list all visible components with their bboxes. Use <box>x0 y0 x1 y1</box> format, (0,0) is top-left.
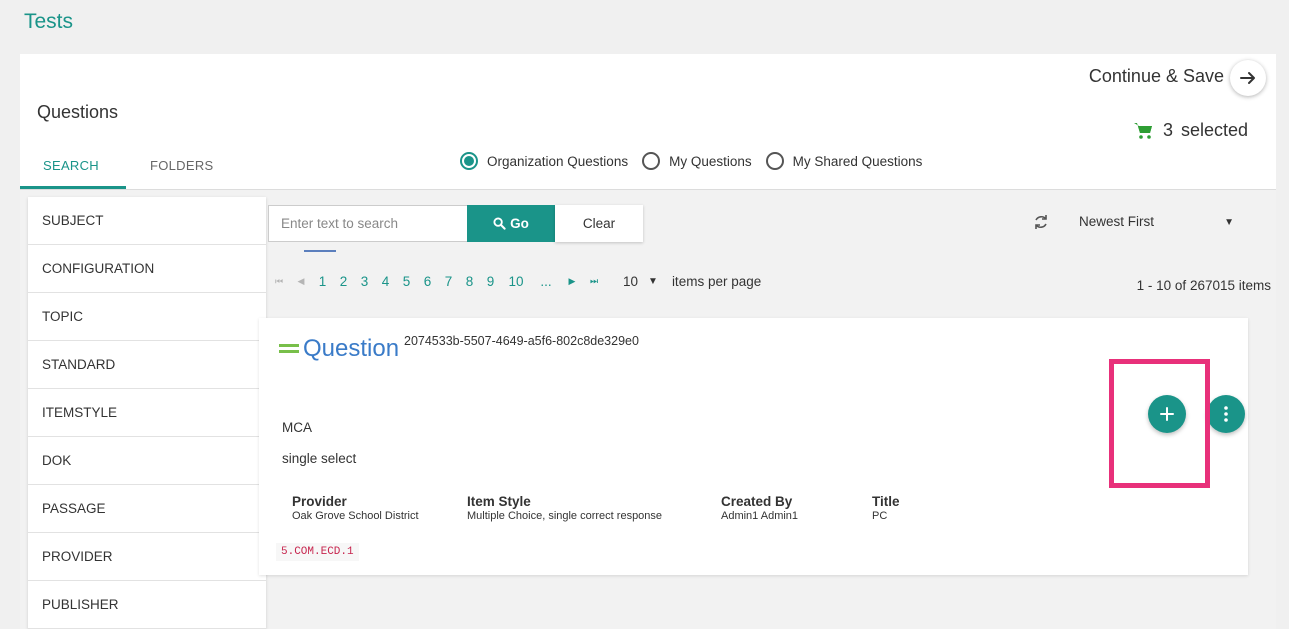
meta-value: Admin1 Admin1 <box>721 510 799 522</box>
prev-page-icon[interactable]: ◀ <box>290 276 312 287</box>
tab-folders[interactable]: FOLDERS <box>150 158 214 173</box>
go-button[interactable]: Go <box>467 205 555 242</box>
meta-value: Oak Grove School District <box>292 510 419 522</box>
equals-icon <box>279 344 299 356</box>
question-type: MCA <box>282 420 312 435</box>
active-tab-indicator <box>20 186 126 189</box>
sidebar-item-standard[interactable]: STANDARD <box>28 341 266 389</box>
page-8[interactable]: 8 <box>459 274 480 289</box>
page-title: Tests <box>24 10 74 33</box>
chevron-down-icon: ▼ <box>648 276 658 287</box>
pagination: ⏮ ◀ 1 2 3 4 5 6 7 8 9 10 ... ▶ ⏭ 10 ▼ it… <box>268 250 761 289</box>
continue-save-button[interactable] <box>1230 60 1266 96</box>
page-4[interactable]: 4 <box>375 274 396 289</box>
meta-provider: Provider Oak Grove School District <box>292 494 419 522</box>
first-page-icon[interactable]: ⏮ <box>268 276 290 287</box>
sidebar-item-topic[interactable]: TOPIC <box>28 293 266 341</box>
sidebar-item-configuration[interactable]: CONFIGURATION <box>28 245 266 293</box>
sidebar-item-provider[interactable]: PROVIDER <box>28 533 266 581</box>
sidebar-item-dok[interactable]: DOK <box>28 437 266 485</box>
question-title[interactable]: Question <box>303 335 399 363</box>
sidebar-item-itemstyle[interactable]: ITEMSTYLE <box>28 389 266 437</box>
more-vertical-icon <box>1224 406 1228 422</box>
standard-tag: 5.COM.ECD.1 <box>276 543 359 561</box>
page-3[interactable]: 3 <box>354 274 375 289</box>
radio-my-questions[interactable]: My Questions <box>642 152 752 170</box>
page-5[interactable]: 5 <box>396 274 417 289</box>
radio-organization-questions[interactable]: Organization Questions <box>460 152 628 170</box>
search-icon <box>493 217 506 230</box>
page-7[interactable]: 7 <box>438 274 459 289</box>
page-1[interactable]: 1 <box>304 250 336 289</box>
sort-dropdown[interactable]: Newest First ▼ <box>1079 214 1234 229</box>
question-subtype: single select <box>282 451 357 466</box>
arrow-right-icon <box>1240 72 1255 84</box>
highlight-box <box>1109 359 1210 488</box>
question-scope-radios: Organization Questions My Questions My S… <box>460 152 936 170</box>
meta-label: Item Style <box>467 494 531 509</box>
page-9[interactable]: 9 <box>480 274 501 289</box>
continue-save-label[interactable]: Continue & Save <box>1089 66 1224 87</box>
radio-label: My Shared Questions <box>792 153 923 169</box>
clear-button[interactable]: Clear <box>555 205 643 242</box>
pagination-summary: 1 - 10 of 267015 items <box>1136 278 1271 293</box>
per-page-value: 10 <box>623 274 639 289</box>
selected-indicator: 3 selected <box>1133 120 1248 141</box>
next-page-icon[interactable]: ▶ <box>561 276 583 287</box>
meta-label: Title <box>872 494 900 509</box>
radio-label: Organization Questions <box>487 153 629 169</box>
meta-value: Multiple Choice, single correct response <box>467 510 663 522</box>
selected-label: selected <box>1180 120 1248 140</box>
selected-count: 3 <box>1162 120 1173 140</box>
cart-icon <box>1133 122 1152 139</box>
per-page-selector[interactable]: 10 ▼ items per page <box>623 274 761 289</box>
question-card: Question 2074533b-5507-4649-a5f6-802c8de… <box>259 318 1248 575</box>
meta-label: Created By <box>721 494 793 509</box>
radio-my-shared-questions[interactable]: My Shared Questions <box>765 152 923 170</box>
per-page-label: items per page <box>671 274 762 289</box>
page-6[interactable]: 6 <box>417 274 438 289</box>
radio-selected-icon <box>460 152 478 170</box>
page-ellipsis[interactable]: ... <box>531 274 561 289</box>
filter-sidebar: SUBJECT CONFIGURATION TOPIC STANDARD ITE… <box>28 197 266 629</box>
sort-value: Newest First <box>1079 214 1155 229</box>
meta-title: Title PC <box>872 494 900 522</box>
question-id: 2074533b-5507-4649-a5f6-802c8de329e0 <box>404 334 639 348</box>
chevron-down-icon: ▼ <box>1224 217 1234 228</box>
meta-item-style: Item Style Multiple Choice, single corre… <box>467 494 662 522</box>
page-10[interactable]: 10 <box>501 274 531 289</box>
refresh-icon[interactable] <box>1032 213 1050 231</box>
page-2[interactable]: 2 <box>333 274 354 289</box>
go-label: Go <box>510 216 529 231</box>
sidebar-item-passage[interactable]: PASSAGE <box>28 485 266 533</box>
more-options-button[interactable] <box>1207 395 1245 433</box>
radio-unselected-icon <box>642 152 661 170</box>
meta-label: Provider <box>292 494 347 509</box>
tab-search[interactable]: SEARCH <box>43 158 99 173</box>
meta-created-by: Created By Admin1 Admin1 <box>721 494 798 522</box>
search-input[interactable] <box>268 205 468 242</box>
radio-label: My Questions <box>669 153 752 169</box>
sidebar-item-subject[interactable]: SUBJECT <box>28 197 266 245</box>
radio-unselected-icon <box>765 152 784 170</box>
last-page-icon[interactable]: ⏭ <box>583 276 605 287</box>
section-title: Questions <box>37 102 119 122</box>
sidebar-item-publisher[interactable]: PUBLISHER <box>28 581 266 629</box>
meta-value: PC <box>872 510 888 522</box>
